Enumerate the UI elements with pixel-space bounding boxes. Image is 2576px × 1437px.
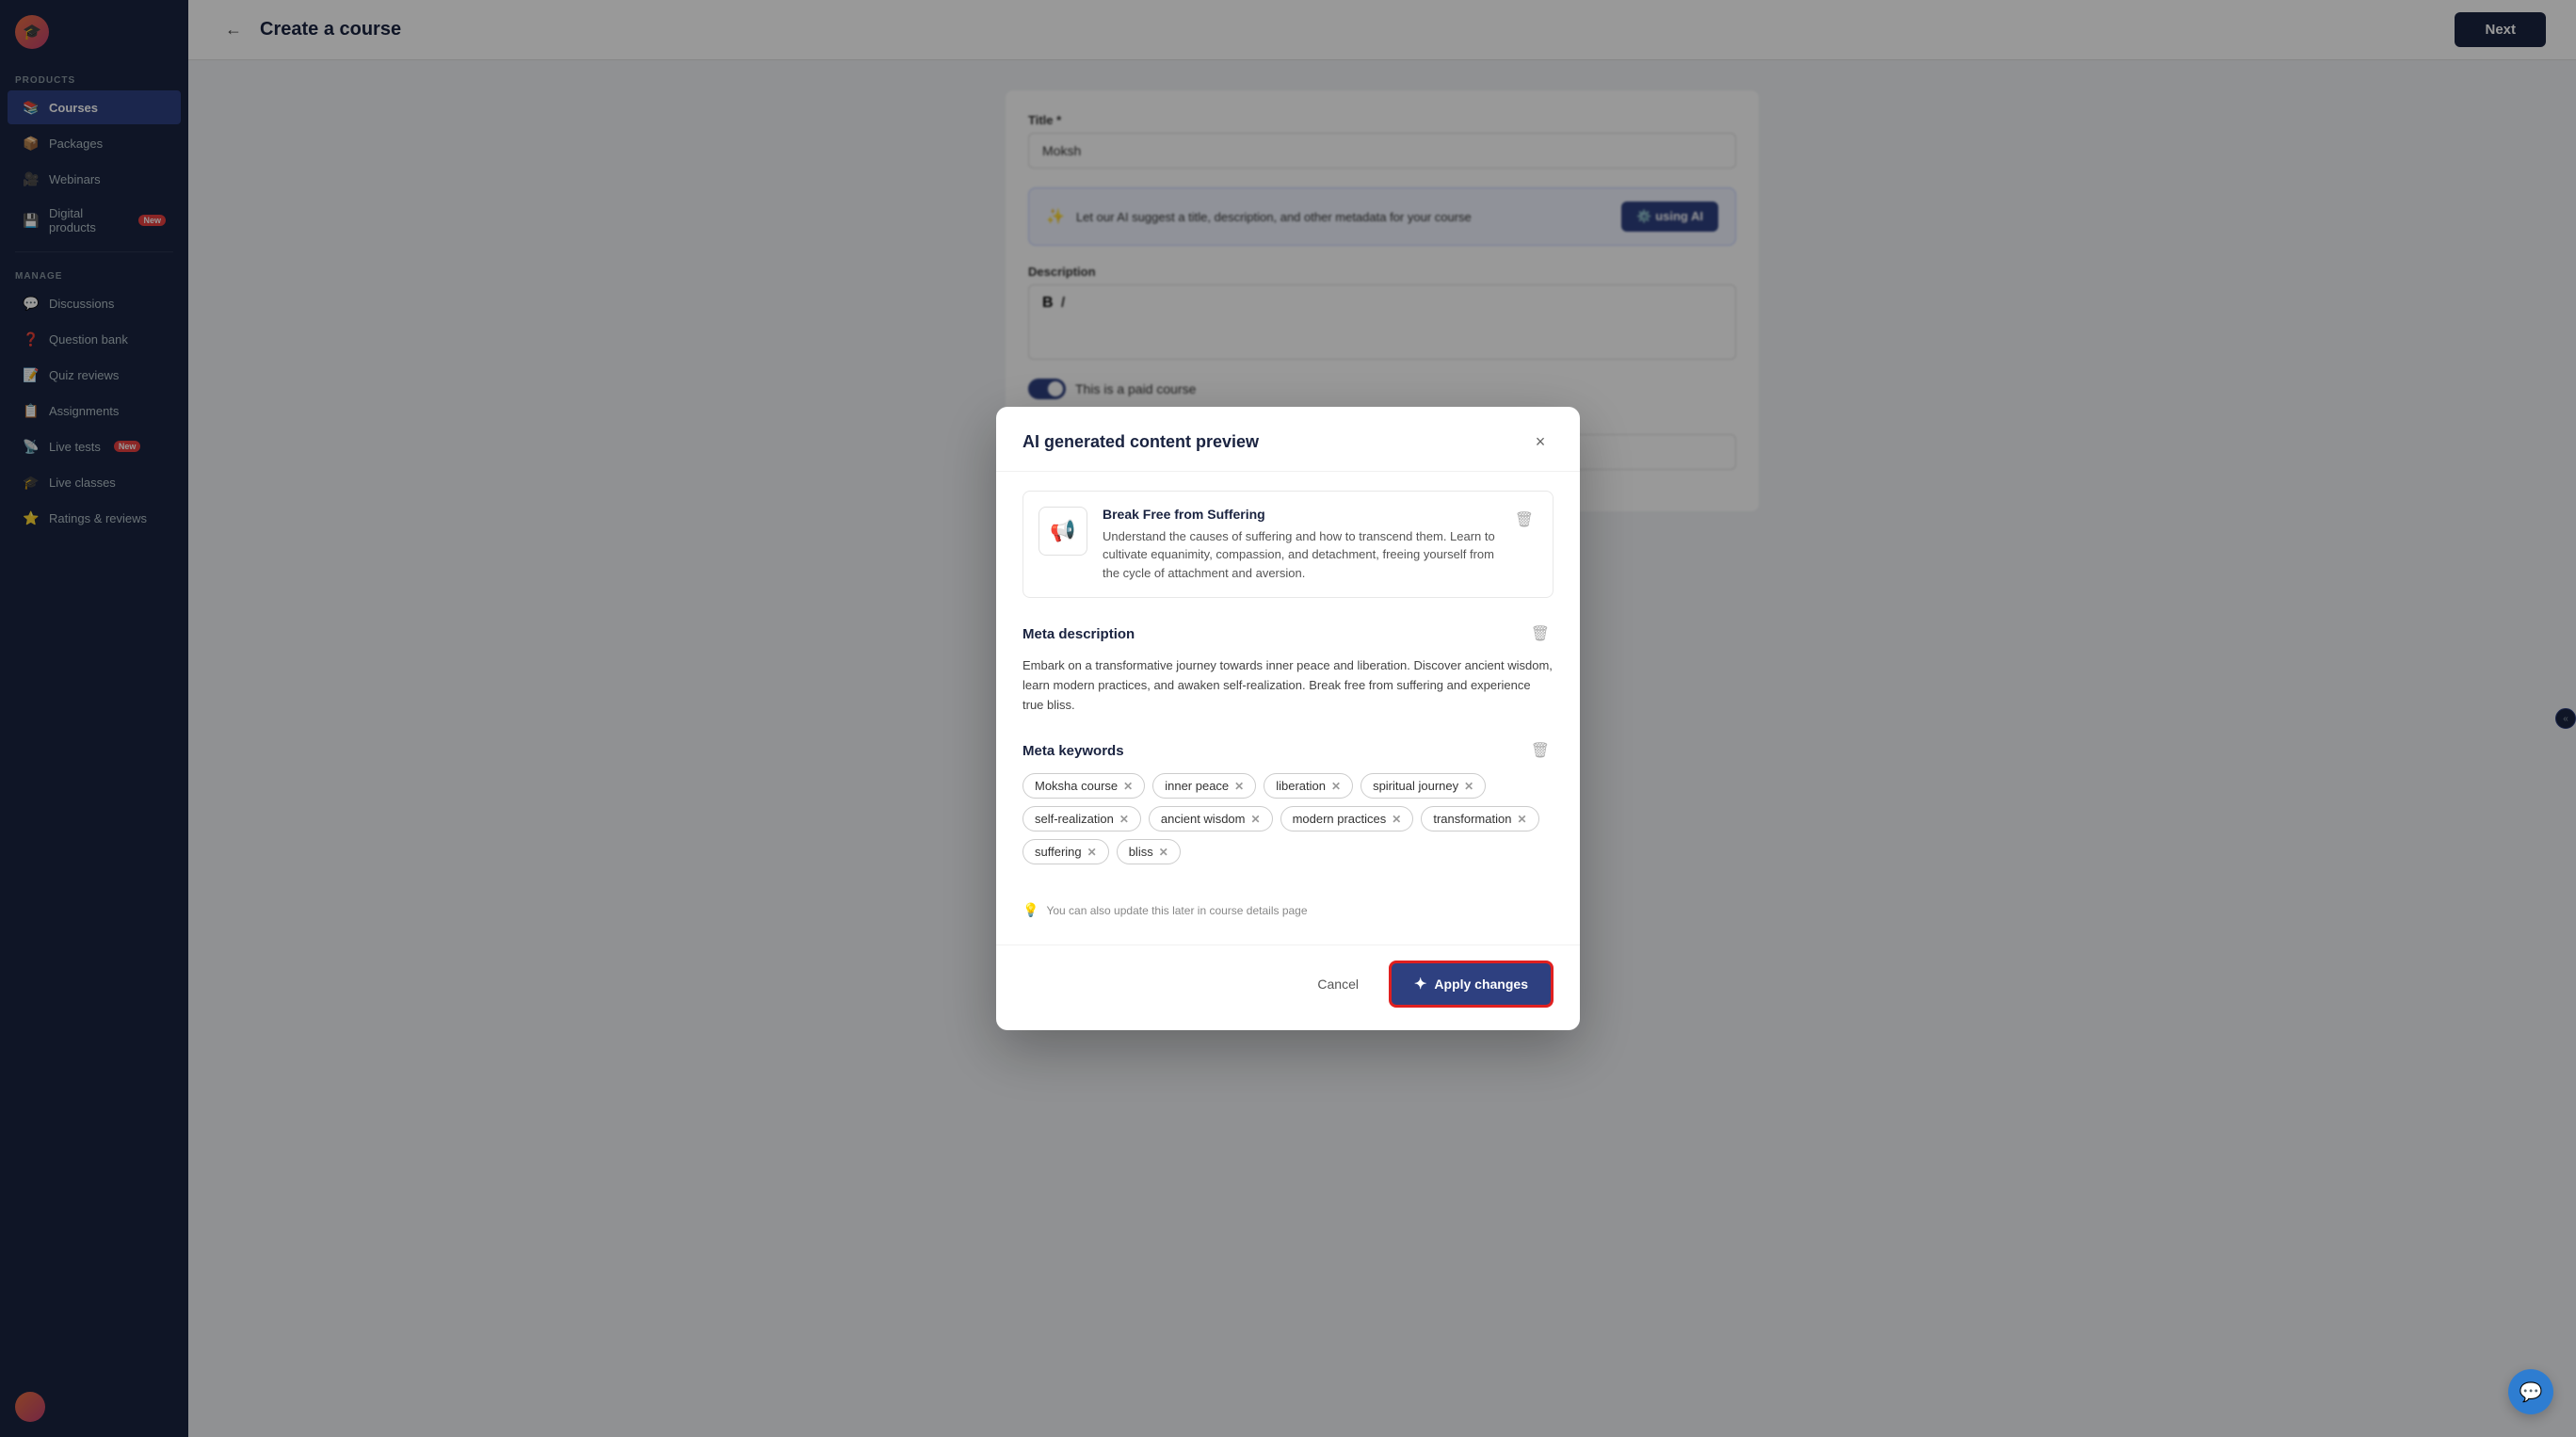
- keyword-label: Moksha course: [1035, 779, 1118, 793]
- hint-text: You can also update this later in course…: [1046, 904, 1307, 917]
- keyword-tag: spiritual journey ✕: [1360, 773, 1486, 799]
- meta-keywords-section: Meta keywords 🗑 Moksha course✕inner peac…: [1022, 737, 1554, 864]
- keyword-tag: liberation ✕: [1264, 773, 1353, 799]
- keyword-remove-button[interactable]: ✕: [1392, 814, 1401, 825]
- keyword-remove-button[interactable]: ✕: [1331, 781, 1341, 792]
- meta-keywords-header: Meta keywords 🗑: [1022, 737, 1554, 764]
- keyword-tag: self-realization ✕: [1022, 806, 1141, 832]
- keyword-tag: Moksha course ✕: [1022, 773, 1145, 799]
- meta-keywords-title: Meta keywords: [1022, 743, 1124, 759]
- keyword-tag: ancient wisdom ✕: [1149, 806, 1273, 832]
- ai-content-preview-modal: AI generated content preview × 📢 Break F…: [996, 407, 1580, 1031]
- meta-description-text: Embark on a transformative journey towar…: [1022, 656, 1554, 715]
- modal-close-button[interactable]: ×: [1527, 429, 1554, 456]
- cancel-button[interactable]: Cancel: [1302, 967, 1374, 1001]
- apply-sparkle-icon: ✦: [1414, 975, 1426, 993]
- keyword-remove-button[interactable]: ✕: [1234, 781, 1244, 792]
- course-preview-card: 📢 Break Free from Suffering Understand t…: [1022, 491, 1554, 599]
- apply-changes-button[interactable]: ✦ Apply changes: [1389, 961, 1554, 1008]
- keyword-remove-button[interactable]: ✕: [1464, 781, 1473, 792]
- keyword-label: self-realization: [1035, 812, 1114, 826]
- main-content: ← Create a course Next Title * ✨ Let our…: [188, 0, 2576, 1437]
- keyword-label: suffering: [1035, 845, 1082, 859]
- meta-description-title: Meta description: [1022, 626, 1135, 642]
- hint-row: 💡 You can also update this later in cour…: [1022, 887, 1554, 926]
- modal-title: AI generated content preview: [1022, 432, 1259, 452]
- keyword-remove-button[interactable]: ✕: [1087, 847, 1097, 858]
- keyword-remove-button[interactable]: ✕: [1123, 781, 1133, 792]
- keyword-label: inner peace: [1165, 779, 1229, 793]
- keyword-tag: inner peace ✕: [1152, 773, 1256, 799]
- modal-overlay: AI generated content preview × 📢 Break F…: [188, 0, 2576, 1437]
- keyword-remove-button[interactable]: ✕: [1517, 814, 1526, 825]
- course-info: Break Free from Suffering Understand the…: [1103, 507, 1496, 583]
- chat-support-button[interactable]: 💬: [2508, 1369, 2553, 1414]
- meta-keywords-delete-button[interactable]: 🗑: [1527, 737, 1554, 764]
- keyword-label: liberation: [1276, 779, 1326, 793]
- keyword-label: spiritual journey: [1373, 779, 1458, 793]
- course-description: Understand the causes of suffering and h…: [1103, 527, 1496, 583]
- course-icon: 📢: [1038, 507, 1087, 556]
- hint-icon: 💡: [1022, 902, 1038, 918]
- modal-header: AI generated content preview ×: [996, 407, 1580, 472]
- keyword-tag: bliss ✕: [1117, 839, 1181, 864]
- meta-description-section: Meta description 🗑 Embark on a transform…: [1022, 621, 1554, 715]
- keyword-label: ancient wisdom: [1161, 812, 1246, 826]
- meta-description-delete-button[interactable]: 🗑: [1527, 621, 1554, 647]
- keyword-remove-button[interactable]: ✕: [1251, 814, 1261, 825]
- keyword-remove-button[interactable]: ✕: [1119, 814, 1129, 825]
- modal-body: 📢 Break Free from Suffering Understand t…: [996, 472, 1580, 945]
- keywords-container: Moksha course✕inner peace✕liberation✕spi…: [1022, 773, 1554, 864]
- meta-description-header: Meta description 🗑: [1022, 621, 1554, 647]
- keyword-label: modern practices: [1293, 812, 1387, 826]
- keyword-remove-button[interactable]: ✕: [1159, 847, 1168, 858]
- keyword-tag: modern practices ✕: [1280, 806, 1414, 832]
- keyword-tag: suffering ✕: [1022, 839, 1109, 864]
- keyword-label: bliss: [1129, 845, 1153, 859]
- course-delete-button[interactable]: 🗑: [1511, 507, 1538, 533]
- keyword-label: transformation: [1433, 812, 1511, 826]
- course-name: Break Free from Suffering: [1103, 507, 1496, 522]
- keyword-tag: transformation ✕: [1421, 806, 1538, 832]
- apply-label: Apply changes: [1434, 977, 1528, 992]
- modal-footer: Cancel ✦ Apply changes: [996, 945, 1580, 1030]
